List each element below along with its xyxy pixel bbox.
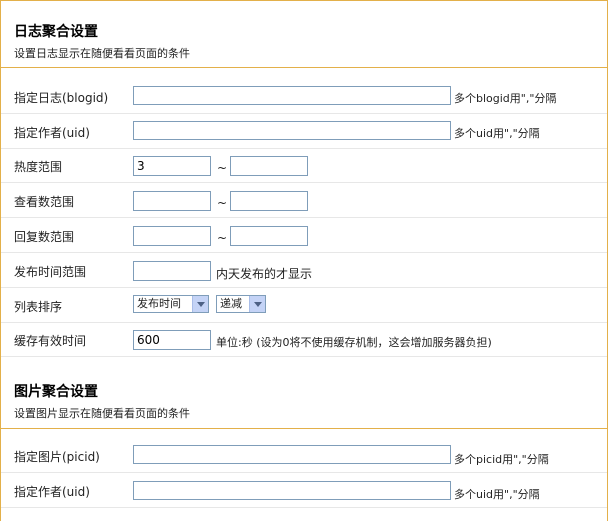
blogid-hint: 多个blogid用","分隔 [454,92,557,105]
view-range-label: 查看数范围 [14,195,75,209]
row-view-range: 查看数范围 ~ [1,183,607,218]
hot-range-label: 热度范围 [14,160,63,174]
hot-min-input[interactable]: 3 [133,156,211,176]
hot-range-separator: ~ [217,161,228,175]
dateline-label: 发布时间范围 [14,265,87,279]
reply-min-input[interactable] [133,226,211,246]
pic-author-uid-hint: 多个uid用","分隔 [454,488,540,501]
orderby-select[interactable]: 发布时间 [133,295,209,313]
row-cache-time: 缓存有效时间 600 单位:秒 (设为0将不使用缓存机制，这会增加服务器负担) [1,322,607,357]
blogid-label: 指定日志(blogid) [14,91,109,105]
blogid-input[interactable] [133,86,451,105]
orderby-selected: 发布时间 [137,297,181,310]
view-min-input[interactable] [133,191,211,211]
row-blogid: 指定日志(blogid) 多个blogid用","分隔 [1,79,607,114]
pic-section-divider [1,428,607,429]
picid-input[interactable] [133,445,451,464]
row-order: 列表排序 发布时间 递减 [1,288,607,323]
row-hot-range: 热度范围 3 ~ [1,148,607,183]
cache-time-label: 缓存有效时间 [14,334,87,348]
cache-time-input[interactable]: 600 [133,330,211,350]
cache-time-hint: 单位:秒 (设为0将不使用缓存机制，这会增加服务器负担) [216,336,492,349]
author-uid-input[interactable] [133,121,451,140]
chevron-down-icon[interactable] [192,296,208,312]
row-author-uid: 指定作者(uid) 多个uid用","分隔 [1,114,607,149]
author-uid-hint: 多个uid用","分隔 [454,127,540,140]
reply-range-label: 回复数范围 [14,230,75,244]
row-reply-range: 回复数范围 ~ [1,218,607,253]
reply-range-separator: ~ [217,231,228,245]
picid-hint: 多个picid用","分隔 [454,453,549,466]
blog-section-divider [1,67,607,68]
author-uid-label: 指定作者(uid) [14,126,90,140]
order-label: 列表排序 [14,300,63,314]
hot-max-input[interactable] [230,156,308,176]
pic-author-uid-input[interactable] [133,481,451,500]
blog-section-desc: 设置日志显示在随便看看页面的条件 [14,47,190,60]
chevron-down-icon[interactable] [249,296,265,312]
view-max-input[interactable] [230,191,308,211]
blog-section-title: 日志聚合设置 [14,24,98,40]
picid-label: 指定图片(picid) [14,450,100,464]
row-dateline: 发布时间范围 内天发布的才显示 [1,253,607,288]
row-picid: 指定图片(picid) 多个picid用","分隔 [1,438,607,473]
dateline-hint: 内天发布的才显示 [216,267,313,281]
settings-panel: 日志聚合设置 设置日志显示在随便看看页面的条件 指定日志(blogid) 多个b… [0,0,608,521]
order-direction-select[interactable]: 递减 [216,295,266,313]
pic-section-title: 图片聚合设置 [14,384,98,400]
pic-section-desc: 设置图片显示在随便看看页面的条件 [14,407,190,420]
row-pic-author-uid: 指定作者(uid) 多个uid用","分隔 [1,473,607,508]
pic-author-uid-label: 指定作者(uid) [14,485,90,499]
dateline-input[interactable] [133,261,211,281]
reply-max-input[interactable] [230,226,308,246]
view-range-separator: ~ [217,196,228,210]
order-direction-selected: 递减 [220,297,242,310]
